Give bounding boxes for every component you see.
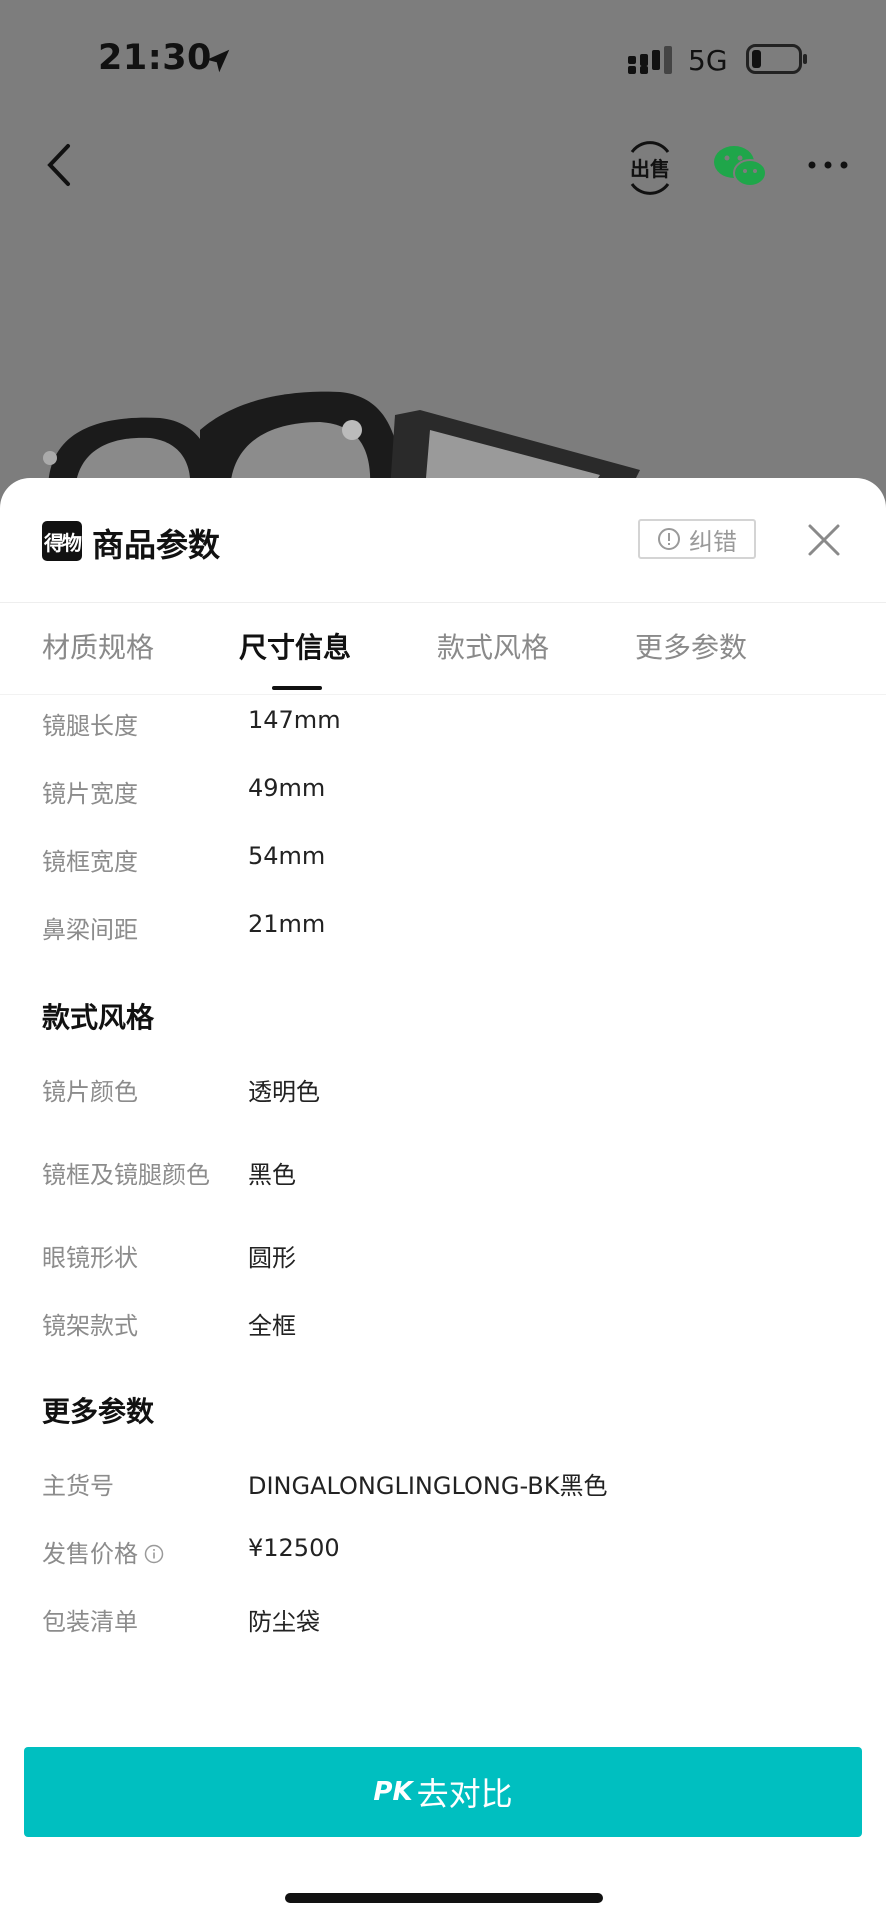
param-value: 147mm bbox=[248, 706, 341, 734]
sell-label: 出售 bbox=[630, 157, 670, 181]
close-icon[interactable] bbox=[806, 522, 842, 558]
param-key: 发售价格 bbox=[42, 1534, 164, 1569]
param-key: 镜片宽度 bbox=[42, 780, 138, 808]
tab-style[interactable]: 款式风格 bbox=[437, 626, 549, 666]
more-icon[interactable] bbox=[806, 150, 850, 180]
param-value: 圆形 bbox=[248, 1244, 296, 1272]
param-value: 全框 bbox=[248, 1312, 296, 1340]
status-bar: 21:30 5G bbox=[0, 0, 886, 120]
param-value: 54mm bbox=[248, 842, 326, 870]
param-value: 透明色 bbox=[248, 1078, 320, 1106]
network-type: 5G bbox=[688, 44, 728, 77]
param-key: 眼镜形状 bbox=[42, 1244, 138, 1272]
tab-material[interactable]: 材质规格 bbox=[42, 626, 154, 666]
param-value: 49mm bbox=[248, 774, 326, 802]
brand-logo: 得物 bbox=[42, 521, 82, 561]
param-key: 镜框宽度 bbox=[42, 848, 138, 876]
param-key: 主货号 bbox=[42, 1472, 114, 1500]
param-value: ¥12500 bbox=[248, 1534, 340, 1562]
param-row: 包装清单 防尘袋 bbox=[0, 1602, 886, 1642]
pk-mark: PK bbox=[373, 1777, 413, 1807]
correction-button[interactable]: 纠错 bbox=[638, 519, 756, 559]
param-row: 镜框宽度 54mm bbox=[0, 842, 886, 882]
tab-size[interactable]: 尺寸信息 bbox=[239, 626, 351, 666]
param-key-label: 发售价格 bbox=[42, 1540, 138, 1568]
param-value: 黑色 bbox=[248, 1161, 296, 1189]
param-value: DINGALONGLINGLONG-BK黑色 bbox=[248, 1472, 608, 1500]
param-row: 主货号 DINGALONGLINGLONG-BK黑色 bbox=[0, 1466, 886, 1506]
warning-circle-icon bbox=[658, 528, 680, 550]
sell-button[interactable]: 出售 bbox=[624, 140, 676, 196]
param-row: 镜框及镜腿颜色 黑色 bbox=[0, 1155, 886, 1195]
param-value: 21mm bbox=[248, 910, 326, 938]
correction-label: 纠错 bbox=[689, 527, 737, 556]
param-value: 防尘袋 bbox=[248, 1608, 320, 1636]
home-indicator[interactable] bbox=[285, 1893, 603, 1903]
product-image-glasses bbox=[43, 391, 640, 490]
param-row: 镜腿长度 147mm bbox=[0, 706, 886, 746]
param-row: 眼镜形状 圆形 bbox=[0, 1238, 886, 1278]
tab-bar: 材质规格 尺寸信息 款式风格 更多参数 bbox=[0, 602, 886, 695]
location-arrow-icon bbox=[206, 49, 230, 73]
param-key: 鼻梁间距 bbox=[42, 916, 138, 944]
active-tab-indicator bbox=[272, 686, 322, 690]
param-key: 镜腿长度 bbox=[42, 712, 138, 740]
product-params-sheet: 得物 商品参数 纠错 材质规格 尺寸信息 款式风格 更多参数 镜腿长度 147m… bbox=[0, 478, 886, 1920]
wechat-icon[interactable] bbox=[712, 142, 768, 192]
sheet-title: 商品参数 bbox=[92, 526, 221, 564]
param-key: 包装清单 bbox=[42, 1608, 138, 1636]
chevron-left-icon[interactable] bbox=[40, 140, 80, 190]
signal-icon bbox=[628, 46, 672, 74]
battery-icon bbox=[746, 44, 807, 74]
param-key: 镜架款式 bbox=[42, 1312, 138, 1340]
param-row: 镜片颜色 透明色 bbox=[0, 1072, 886, 1112]
tab-more[interactable]: 更多参数 bbox=[635, 626, 747, 666]
sell-icon: 出售 bbox=[630, 141, 670, 195]
param-row: 鼻梁间距 21mm bbox=[0, 910, 886, 950]
param-row: 镜片宽度 49mm bbox=[0, 774, 886, 814]
sheet-header: 得物 商品参数 纠错 bbox=[0, 478, 886, 603]
info-icon[interactable] bbox=[144, 1544, 164, 1564]
param-key: 镜框及镜腿颜色 bbox=[42, 1161, 210, 1189]
pk-compare-button[interactable]: PK 去对比 bbox=[24, 1747, 862, 1837]
param-key: 镜片颜色 bbox=[42, 1078, 138, 1106]
status-time: 21:30 bbox=[98, 38, 212, 78]
param-row: 发售价格 ¥12500 bbox=[0, 1534, 886, 1574]
section-title-style: 款式风格 bbox=[42, 1001, 155, 1034]
pk-compare-label: 去对比 bbox=[416, 1775, 513, 1813]
param-row: 镜架款式 全框 bbox=[0, 1306, 886, 1346]
section-title-more: 更多参数 bbox=[42, 1395, 155, 1428]
